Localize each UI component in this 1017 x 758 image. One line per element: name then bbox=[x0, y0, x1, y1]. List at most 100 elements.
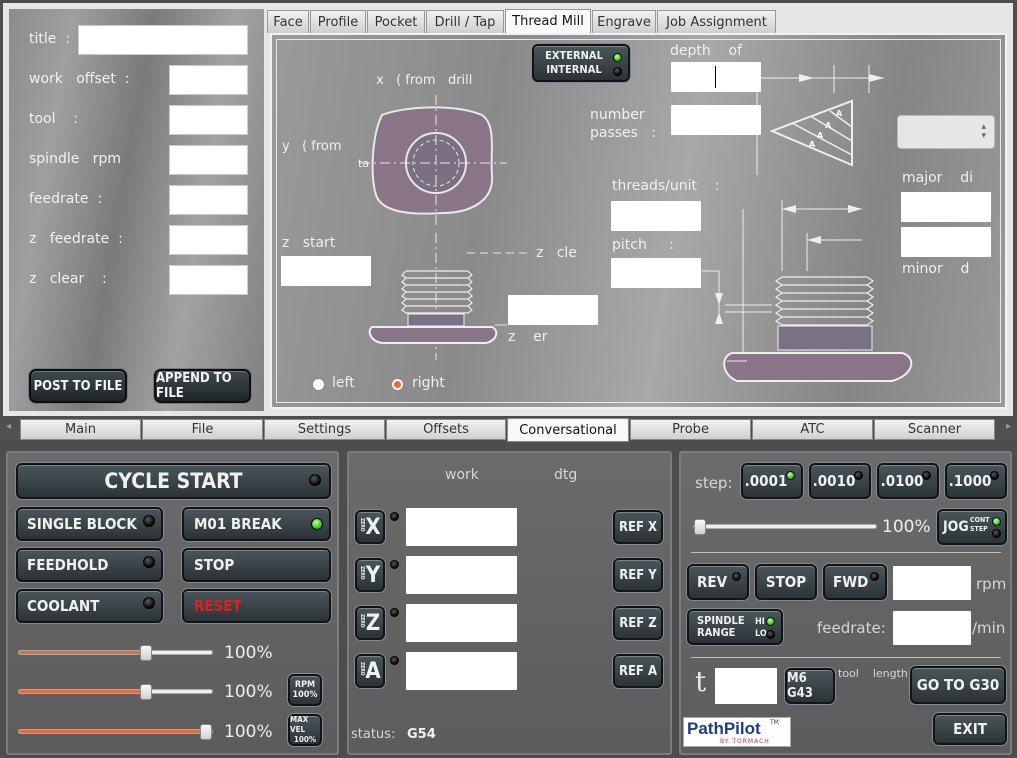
exit-label: EXIT bbox=[953, 720, 987, 738]
feedrate-input[interactable] bbox=[169, 185, 248, 215]
ref-z-button[interactable]: REF Z bbox=[613, 606, 663, 640]
tab-main[interactable]: Main bbox=[20, 419, 141, 440]
tab-offsets[interactable]: Offsets bbox=[386, 419, 506, 440]
tab-conversational[interactable]: Conversational bbox=[507, 418, 629, 442]
exit-button[interactable]: EXIT bbox=[933, 713, 1007, 745]
jog-speed-knob[interactable] bbox=[694, 519, 706, 535]
tabs-scroll-right-icon[interactable]: ▸ bbox=[1006, 421, 1011, 432]
axis-a-dro[interactable] bbox=[406, 652, 517, 690]
thread-preset-dropdown[interactable]: ▴ ▾ bbox=[897, 115, 995, 149]
tab-file[interactable]: File bbox=[142, 419, 263, 440]
range-label: RANGE bbox=[697, 626, 736, 639]
tab-drill-tap[interactable]: Drill / Tap bbox=[426, 10, 504, 33]
feed-override-value: 100% bbox=[224, 643, 273, 663]
feedhold-label: FEEDHOLD bbox=[27, 556, 109, 574]
axis-y-letter: Y bbox=[365, 562, 381, 588]
minor-diameter-label: minor d bbox=[902, 261, 970, 277]
spindle-rpm-field[interactable] bbox=[893, 566, 971, 600]
tool-input[interactable] bbox=[169, 105, 248, 135]
post-to-file-button[interactable]: POST TO FILE bbox=[29, 369, 127, 403]
tab-face[interactable]: Face bbox=[267, 10, 309, 33]
feedhold-button[interactable]: FEEDHOLD bbox=[16, 548, 163, 582]
tab-settings[interactable]: Settings bbox=[264, 419, 385, 440]
x-from-drill-label: x ( from drill bbox=[376, 73, 473, 88]
feedrate-field[interactable] bbox=[893, 611, 971, 645]
jog-label: JOG bbox=[943, 519, 969, 535]
minor-diameter-input[interactable] bbox=[901, 227, 991, 257]
zero-y-button[interactable]: ZERO Y bbox=[355, 558, 385, 592]
tab-thread-mill[interactable]: Thread Mill bbox=[505, 9, 591, 33]
spindle-override-slider[interactable] bbox=[18, 684, 213, 700]
pitch-input[interactable] bbox=[611, 258, 701, 288]
text-cursor bbox=[715, 66, 716, 88]
single-block-button[interactable]: SINGLE BLOCK bbox=[16, 507, 163, 541]
tab-pocket[interactable]: Pocket bbox=[367, 10, 425, 33]
z-clear-input[interactable] bbox=[169, 265, 248, 295]
single-block-label: SINGLE BLOCK bbox=[27, 515, 137, 533]
major-diameter-label: major di bbox=[902, 170, 974, 186]
spindle-rpm-input[interactable] bbox=[169, 145, 248, 175]
spindle-fwd-button[interactable]: FWD bbox=[823, 564, 887, 600]
right-radio[interactable] bbox=[391, 378, 404, 391]
spindle-range-button[interactable]: SPINDLE RANGE HI LO bbox=[687, 609, 783, 645]
thread-depth-input[interactable] bbox=[671, 62, 761, 92]
axis-z-led bbox=[390, 608, 399, 617]
spindle-override-knob[interactable] bbox=[140, 684, 153, 700]
z-feedrate-input[interactable] bbox=[169, 225, 248, 255]
tab-profile[interactable]: Profile bbox=[310, 10, 366, 33]
tab-probe[interactable]: Probe bbox=[630, 419, 751, 440]
major-diameter-input[interactable] bbox=[901, 192, 991, 222]
stop-button[interactable]: STOP bbox=[182, 548, 331, 582]
jog-mode-button[interactable]: JOG CONT STEP bbox=[937, 509, 1007, 545]
m01-break-button[interactable]: M01 BREAK bbox=[182, 507, 331, 541]
go-to-g30-button[interactable]: GO TO G30 bbox=[910, 666, 1006, 704]
spindle-rev-button[interactable]: REV bbox=[687, 564, 749, 600]
spindle-stop-button[interactable]: STOP bbox=[755, 564, 817, 600]
cycle-start-button[interactable]: CYCLE START bbox=[16, 463, 331, 499]
zero-x-button[interactable]: ZERO X bbox=[355, 510, 385, 544]
left-radio[interactable] bbox=[312, 378, 325, 391]
external-internal-toggle[interactable]: EXTERNAL INTERNAL bbox=[532, 44, 630, 82]
step-0100-led bbox=[922, 471, 931, 480]
ref-z-label: REF Z bbox=[619, 615, 657, 631]
zero-z-button[interactable]: ZERO Z bbox=[355, 606, 385, 640]
tab-atc[interactable]: ATC bbox=[752, 419, 873, 440]
jog-speed-slider[interactable] bbox=[693, 519, 877, 535]
tabs-scroll-left-icon[interactable]: ◂ bbox=[6, 421, 11, 432]
step-0010-button[interactable]: .0010 bbox=[809, 463, 871, 499]
threads-unit-input[interactable] bbox=[611, 201, 701, 231]
feed-unit: /min bbox=[972, 619, 1006, 637]
tab-engrave[interactable]: Engrave bbox=[592, 10, 656, 33]
maxvel-override-slider[interactable] bbox=[18, 724, 213, 740]
step-1000-button[interactable]: .1000 bbox=[945, 463, 1007, 499]
zero-z-label: ZERO bbox=[359, 614, 365, 628]
zero-a-button[interactable]: ZERO A bbox=[355, 654, 385, 688]
maxvel-override-knob[interactable] bbox=[200, 724, 212, 740]
tool-number-field[interactable] bbox=[715, 668, 777, 704]
tab-job-assignment[interactable]: Job Assignment bbox=[657, 10, 776, 33]
ref-y-button[interactable]: REF Y bbox=[613, 558, 663, 592]
axis-z-dro[interactable] bbox=[406, 604, 517, 642]
work-offset-input[interactable] bbox=[169, 65, 248, 95]
axis-a-led bbox=[390, 656, 399, 665]
fwd-label: FWD bbox=[833, 573, 869, 591]
z-start-input[interactable] bbox=[281, 256, 371, 286]
reset-button[interactable]: RESET bbox=[182, 589, 331, 623]
number-passes-input[interactable] bbox=[671, 105, 761, 135]
title-input[interactable] bbox=[78, 25, 248, 55]
m6-g43-button[interactable]: M6 G43 bbox=[785, 668, 835, 704]
rpm-reset-button[interactable]: RPM 100% bbox=[288, 674, 322, 706]
ref-a-button[interactable]: REF A bbox=[613, 654, 663, 688]
step-0100-button[interactable]: .0100 bbox=[877, 463, 939, 499]
maxvel-reset-button[interactable]: MAX VEL 100% bbox=[288, 714, 322, 746]
feed-override-slider[interactable] bbox=[18, 645, 213, 661]
axis-y-dro[interactable] bbox=[406, 556, 517, 594]
z-end-input[interactable] bbox=[508, 295, 598, 325]
append-to-file-button[interactable]: APPEND TO FILE bbox=[154, 369, 251, 403]
coolant-button[interactable]: COOLANT bbox=[16, 589, 163, 623]
tab-scanner[interactable]: Scanner bbox=[874, 419, 995, 440]
ref-x-button[interactable]: REF X bbox=[613, 510, 663, 544]
step-0001-button[interactable]: .0001 bbox=[741, 463, 803, 499]
feed-override-knob[interactable] bbox=[140, 645, 153, 661]
axis-x-dro[interactable] bbox=[406, 508, 517, 546]
